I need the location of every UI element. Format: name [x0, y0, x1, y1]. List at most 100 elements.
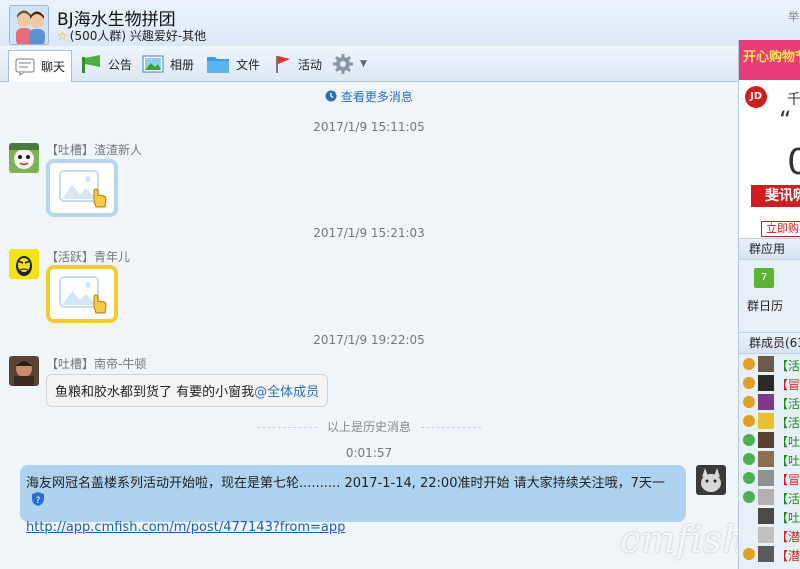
member-item[interactable]: 【吐: [743, 508, 800, 526]
message-timestamp: 0:01:57: [345, 446, 393, 460]
avatar: [758, 356, 774, 372]
tab-activity[interactable]: 活动: [268, 50, 328, 78]
report-link[interactable]: 举: [788, 8, 800, 24]
jd-ad-number: 0: [787, 142, 800, 183]
chat-area[interactable]: 查看更多消息 2017/1/9 15:11:05 【吐槽】渣渣新人 2017/1…: [0, 82, 738, 569]
jd-buy-button[interactable]: 立即购买: [761, 221, 800, 237]
message-timestamp: 2017/1/9 15:11:05: [313, 120, 425, 134]
avatar: [758, 394, 774, 410]
member-item[interactable]: 【冒: [743, 470, 800, 488]
tab-files[interactable]: 文件: [200, 50, 266, 78]
member-item[interactable]: 【活: [743, 394, 800, 412]
divider-line: [421, 427, 481, 428]
group-calendar-label[interactable]: 群日历: [747, 297, 783, 314]
avatar: [758, 527, 774, 543]
gear-icon: [332, 53, 354, 75]
tab-activity-label: 活动: [298, 57, 323, 72]
star-icon: ☆: [57, 29, 68, 43]
member-tag: 【潜: [776, 549, 800, 563]
mention-all[interactable]: @全体成员: [254, 385, 319, 400]
settings-menu[interactable]: ▼: [326, 50, 373, 78]
member-item[interactable]: 【潜: [743, 527, 800, 545]
avatar: [758, 508, 774, 524]
member-level-icon: [743, 491, 755, 503]
tab-announcement-label: 公告: [108, 57, 133, 72]
member-tag: 【冒: [776, 473, 800, 487]
member-item[interactable]: 【活: [743, 356, 800, 374]
member-level-icon: [743, 415, 755, 427]
member-tag: 【吐: [776, 435, 800, 449]
member-tag: 【活: [776, 416, 800, 430]
avatar: [758, 432, 774, 448]
toolbar: 聊天 公告 相册 文件 活动 ▼: [0, 46, 738, 82]
member-level-icon: [743, 434, 755, 446]
jd-ad-quote: “: [779, 106, 792, 134]
member-item[interactable]: 【潜: [743, 546, 800, 564]
tab-chat[interactable]: 聊天: [8, 50, 73, 82]
jd-ad[interactable]: JD 千 “ 0 斐讯嗨 立即购买: [739, 80, 800, 238]
image-placeholder-icon: [59, 170, 107, 208]
right-sidebar: 开心购物节 JD 千 “ 0 斐讯嗨 立即购买 群应用 7 群日历 群成员(63…: [738, 40, 800, 569]
members-header: 群成员(63: [739, 332, 800, 354]
avatar: [758, 375, 774, 391]
message-timestamp: 2017/1/9 15:21:03: [313, 226, 425, 240]
flag-icon: [274, 54, 292, 74]
sender-name: 【吐槽】南帝-牛顿: [46, 357, 147, 371]
member-tag: 【活: [776, 492, 800, 506]
image-placeholder-icon: [59, 276, 107, 314]
image-message[interactable]: [46, 265, 118, 323]
member-tag: 【冒: [776, 378, 800, 392]
shield-icon[interactable]: ?: [30, 491, 46, 511]
member-tag: 【活: [776, 397, 800, 411]
avatar: [758, 546, 774, 562]
avatar[interactable]: [9, 249, 39, 279]
my-avatar[interactable]: [696, 465, 726, 495]
jd-ad-product: 斐讯嗨: [751, 185, 800, 207]
promo-banner[interactable]: 开心购物节: [739, 40, 800, 80]
chat-icon: [15, 58, 35, 76]
history-divider: 以上是历史消息: [0, 418, 738, 435]
member-item[interactable]: 【冒: [743, 375, 800, 393]
member-item[interactable]: 【活: [743, 413, 800, 431]
sender-name: 【活跃】青年儿: [46, 250, 131, 264]
member-level-icon: [743, 358, 755, 370]
sender-name: 【吐槽】渣渣新人: [46, 143, 143, 157]
member-item[interactable]: 【吐: [743, 451, 800, 469]
tab-announcement[interactable]: 公告: [74, 50, 138, 78]
message-text: 海友网冠名盖楼系列活动开始啦，现在是第七轮.......... 2017-1-1…: [26, 476, 665, 491]
svg-text:?: ?: [36, 496, 41, 506]
group-avatar[interactable]: [9, 5, 49, 45]
message-link[interactable]: http://app.cmfish.com/m/post/477143?from…: [26, 520, 680, 535]
calendar-icon[interactable]: 7: [754, 268, 774, 288]
announcement-icon: [80, 54, 102, 74]
view-more-label: 查看更多消息: [340, 90, 413, 104]
member-tag: 【潜: [776, 530, 800, 544]
view-more-messages[interactable]: 查看更多消息: [0, 88, 738, 105]
text-message[interactable]: 鱼粮和胶水都到货了 有要的小窗我@全体成员: [46, 374, 329, 407]
tab-files-label: 文件: [236, 57, 261, 72]
avatar[interactable]: [9, 143, 39, 173]
member-item[interactable]: 【吐: [743, 432, 800, 450]
history-divider-label: 以上是历史消息: [326, 420, 411, 434]
clock-icon: [325, 90, 341, 104]
member-item[interactable]: 【活: [743, 489, 800, 507]
member-level-icon: [743, 472, 755, 484]
chevron-down-icon: ▼: [360, 59, 367, 69]
avatar[interactable]: [9, 356, 39, 386]
tab-album[interactable]: 相册: [136, 50, 200, 78]
image-message[interactable]: [46, 159, 118, 217]
message-timestamp: 2017/1/9 19:22:05: [313, 333, 425, 347]
member-level-icon: [743, 396, 755, 408]
promo-banner-text: 开心购物节: [743, 50, 800, 65]
message-text: 鱼粮和胶水都到货了 有要的小窗我: [55, 385, 255, 400]
group-apps-header: 群应用: [739, 238, 800, 260]
tab-chat-label: 聊天: [41, 60, 66, 74]
member-level-icon: [743, 453, 755, 465]
divider-line: [256, 427, 317, 428]
group-meta: ☆ (500人群) 兴趣爱好-其他: [57, 27, 206, 44]
own-message[interactable]: 海友网冠名盖楼系列活动开始啦，现在是第七轮.......... 2017-1-1…: [20, 465, 686, 535]
member-tag: 【吐: [776, 454, 800, 468]
member-tag: 【活: [776, 359, 800, 373]
jd-logo: JD: [745, 86, 767, 108]
avatar: [758, 451, 774, 467]
